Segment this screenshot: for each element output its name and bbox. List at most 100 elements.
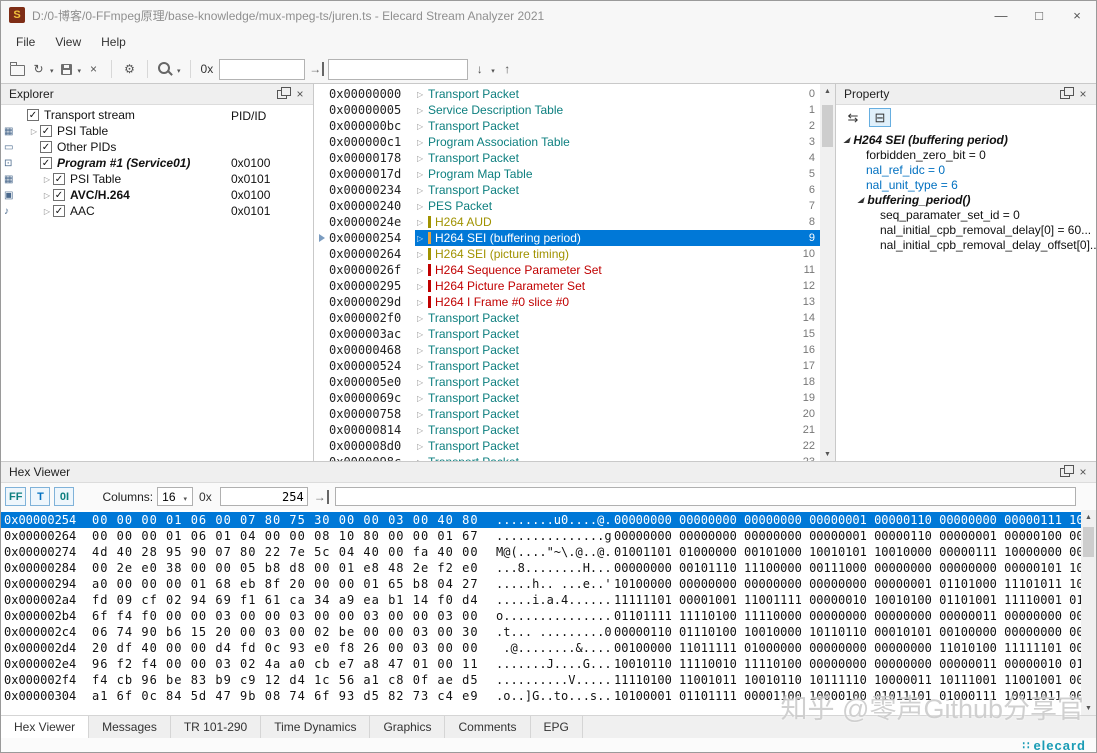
text-view-toggle[interactable]: T [30, 487, 50, 506]
save-button[interactable] [57, 58, 76, 80]
float-panel-button[interactable] [1056, 86, 1074, 102]
tab-hex-viewer[interactable]: Hex Viewer [1, 716, 89, 738]
hex-row[interactable]: 0x000002e496 f2 f4 00 00 03 02 4a a0 cb … [1, 656, 1081, 672]
tab-time-dynamics[interactable]: Time Dynamics [261, 716, 370, 738]
scroll-down-icon[interactable]: ▼ [820, 447, 835, 462]
checkbox[interactable]: ✓ [53, 189, 65, 201]
tree-item[interactable]: ▣▷✓AVC/H.2640x0100 [1, 187, 313, 203]
expand-icon[interactable]: ▷ [417, 186, 428, 195]
expand-icon[interactable]: ▷ [417, 170, 428, 179]
expand-icon[interactable]: ▷ [417, 298, 428, 307]
search-button[interactable] [156, 58, 175, 80]
close-panel-button[interactable]: × [1074, 86, 1092, 102]
swap-view-button[interactable]: ⇆ [842, 108, 864, 127]
checkbox[interactable]: ✓ [53, 173, 65, 185]
expand-icon[interactable]: ▷ [417, 234, 428, 243]
property-row[interactable]: forbidden_zero_bit = 0 [836, 147, 1096, 162]
property-row[interactable]: ◢H264 SEI (buffering period) [836, 132, 1096, 147]
chevron-down-icon[interactable]: ▾ [78, 67, 82, 75]
search-up-button[interactable]: ↑ [498, 58, 517, 80]
packet-row[interactable]: 0x000002f0▷Transport Packet14 [314, 310, 820, 326]
open-file-button[interactable] [8, 58, 27, 80]
checkbox[interactable]: ✓ [40, 125, 52, 137]
checkbox[interactable]: ✓ [40, 141, 52, 153]
hex-row[interactable]: 0x000002a4fd 09 cf 02 94 69 f1 61 ca 34 … [1, 592, 1081, 608]
expand-icon[interactable]: ▷ [417, 138, 428, 147]
packet-row[interactable]: 0x00000254▷H264 SEI (buffering period)9 [314, 230, 820, 246]
checkbox[interactable]: ✓ [53, 205, 65, 217]
hex-row[interactable]: 0x0000025400 00 00 01 06 00 07 80 75 30 … [1, 512, 1081, 528]
packet-row[interactable]: 0x00000240▷PES Packet7 [314, 198, 820, 214]
scrollbar-thumb[interactable] [822, 105, 833, 147]
tab-epg[interactable]: EPG [531, 716, 583, 738]
expand-icon[interactable]: ▷ [417, 346, 428, 355]
hex-offset-input[interactable] [220, 487, 308, 506]
float-panel-button[interactable] [1056, 464, 1074, 480]
property-row[interactable]: nal_initial_cpb_removal_delay_offset[0].… [836, 237, 1096, 252]
binary-view-toggle[interactable]: 0I [54, 487, 74, 506]
expand-icon[interactable]: ▷ [41, 191, 53, 200]
packet-row[interactable]: 0x00000295▷H264 Picture Parameter Set12 [314, 278, 820, 294]
hex-row[interactable]: 0x000002744d 40 28 95 90 07 80 22 7e 5c … [1, 544, 1081, 560]
goto-offset-button[interactable]: → [312, 486, 331, 508]
expand-icon[interactable]: ▷ [417, 442, 428, 451]
expand-icon[interactable]: ▷ [417, 106, 428, 115]
packet-row[interactable]: 0x0000017d▷Program Map Table5 [314, 166, 820, 182]
packet-row[interactable]: 0x0000069c▷Transport Packet19 [314, 390, 820, 406]
checkbox[interactable]: ✓ [27, 109, 39, 121]
expand-icon[interactable]: ▷ [417, 362, 428, 371]
minimize-button[interactable]: — [982, 1, 1020, 29]
chevron-down-icon[interactable]: ▾ [491, 67, 495, 75]
float-panel-button[interactable] [273, 86, 291, 102]
packet-row[interactable]: 0x000000c1▷Program Association Table3 [314, 134, 820, 150]
packet-row[interactable]: 0x00000468▷Transport Packet16 [314, 342, 820, 358]
expand-icon[interactable]: ▷ [41, 175, 53, 184]
tree-item[interactable]: ✓Transport stream [1, 107, 313, 123]
property-row[interactable]: nal_ref_idc = 0 [836, 162, 1096, 177]
property-row[interactable]: nal_unit_type = 6 [836, 177, 1096, 192]
packet-row[interactable]: 0x0000029d▷H264 I Frame #0 slice #013 [314, 294, 820, 310]
expand-icon[interactable]: ▷ [417, 202, 428, 211]
hex-view-toggle[interactable]: FF [5, 487, 26, 506]
expand-icon[interactable]: ▷ [417, 250, 428, 259]
hex-row[interactable]: 0x00000294a0 00 00 00 01 68 eb 8f 20 00 … [1, 576, 1081, 592]
menu-file[interactable]: File [6, 35, 45, 49]
close-file-button[interactable]: × [84, 58, 103, 80]
menu-view[interactable]: View [45, 35, 91, 49]
settings-button[interactable]: ⚙ [120, 58, 139, 80]
chevron-down-icon[interactable]: ▾ [177, 67, 181, 75]
find-input[interactable] [328, 59, 468, 80]
expand-icon[interactable]: ▷ [41, 207, 53, 216]
packet-list-scrollbar[interactable]: ▲ ▼ [820, 84, 835, 462]
search-down-button[interactable]: ↓ [470, 58, 489, 80]
scroll-down-icon[interactable]: ▼ [1081, 701, 1096, 716]
expand-icon[interactable]: ▷ [417, 218, 428, 227]
expand-icon[interactable]: ▷ [417, 378, 428, 387]
packet-row[interactable]: 0x000003ac▷Transport Packet15 [314, 326, 820, 342]
close-panel-button[interactable]: × [1074, 464, 1092, 480]
scrollbar-track[interactable] [820, 99, 835, 447]
collapse-icon[interactable]: ◢ [858, 196, 863, 204]
tree-item[interactable]: ♪▷✓AAC0x0101 [1, 203, 313, 219]
tree-item[interactable]: ▦▷✓PSI Table [1, 123, 313, 139]
packet-row[interactable]: 0x00000234▷Transport Packet6 [314, 182, 820, 198]
expand-icon[interactable]: ▷ [417, 330, 428, 339]
packet-row[interactable]: 0x0000024e▷H264 AUD8 [314, 214, 820, 230]
expand-icon[interactable]: ▷ [417, 426, 428, 435]
hex-row[interactable]: 0x0000028400 2e e0 38 00 00 05 b8 d8 00 … [1, 560, 1081, 576]
menu-help[interactable]: Help [91, 35, 136, 49]
expand-icon[interactable]: ▷ [417, 394, 428, 403]
tab-graphics[interactable]: Graphics [370, 716, 445, 738]
scrollbar-track[interactable] [1081, 525, 1096, 701]
expand-icon[interactable]: ▷ [417, 154, 428, 163]
packet-row[interactable]: 0x00000005▷Service Description Table1 [314, 102, 820, 118]
hex-row[interactable]: 0x000002d420 df 40 00 00 d4 fd 0c 93 e0 … [1, 640, 1081, 656]
expand-icon[interactable]: ▷ [417, 314, 428, 323]
hex-viewer-scrollbar[interactable]: ▲ ▼ [1081, 510, 1096, 716]
packet-row[interactable]: 0x00000000▷Transport Packet0 [314, 86, 820, 102]
expand-icon[interactable]: ▷ [28, 127, 40, 136]
property-row[interactable]: seq_paramater_set_id = 0 [836, 207, 1096, 222]
close-panel-button[interactable]: × [291, 86, 309, 102]
packet-row[interactable]: 0x00000178▷Transport Packet4 [314, 150, 820, 166]
hex-search-input[interactable] [335, 487, 1076, 506]
